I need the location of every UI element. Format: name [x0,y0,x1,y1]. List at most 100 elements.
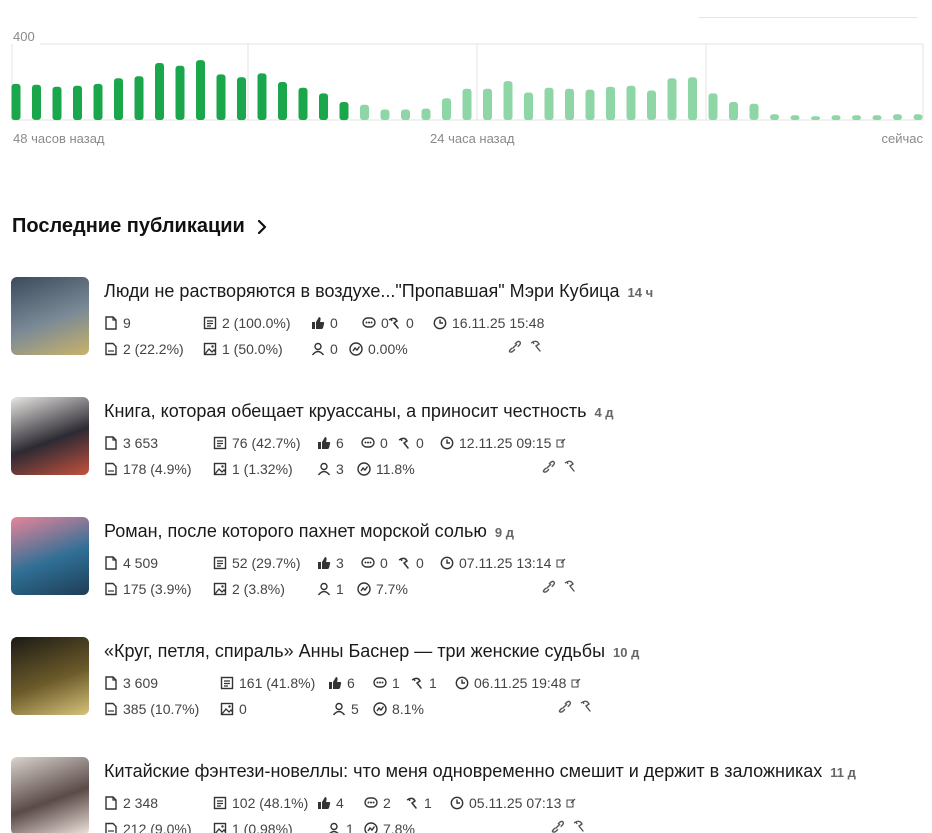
chart-bar[interactable] [524,92,533,121]
chart-bar[interactable] [647,90,656,120]
chart-bar[interactable] [626,85,636,120]
publication-item[interactable]: Роман, после которого пахнет морской сол… [0,517,932,617]
chart-bar[interactable] [606,86,615,121]
photo-icon [213,582,227,596]
share-icon[interactable] [529,339,543,353]
comment-icon [362,316,376,330]
chart-bar[interactable] [32,84,41,120]
publication-cover-image[interactable] [11,517,89,595]
chart-bar[interactable] [852,115,861,121]
publication-title[interactable]: Роман, после которого пахнет морской сол… [104,521,487,541]
chart-bar[interactable] [360,104,369,120]
chart-bar[interactable] [175,65,185,120]
clicks-stat-value: 178 (4.9%) [123,461,192,477]
publication-item[interactable]: «Круг, петля, спираль» Анны Баснер — три… [0,637,932,737]
chart-bar[interactable] [114,78,123,120]
publication-cover-image[interactable] [11,637,89,715]
chart-bar[interactable] [298,87,308,120]
chart-bar[interactable] [73,85,82,120]
chart-bar[interactable] [585,89,595,120]
chart-bar[interactable] [421,108,431,120]
subscribers-stat: 1 [317,581,344,597]
chart-bar[interactable] [872,115,882,121]
chart-bar[interactable] [257,73,267,120]
publication-cover-image[interactable] [11,757,89,833]
publication-title[interactable]: «Круг, петля, спираль» Анны Баснер — три… [104,641,605,661]
publication-age: 11 д [830,765,856,780]
publication-title[interactable]: Люди не растворяются в воздухе..."Пропав… [104,281,620,301]
chart-bar[interactable] [93,83,103,120]
share-icon[interactable] [572,819,586,833]
reposts-stat: 0 [387,315,414,331]
link-icon[interactable] [541,459,557,473]
publication-title[interactable]: Книга, которая обещает круассаны, а прин… [104,401,586,421]
chart-bar[interactable] [237,77,246,121]
chart-bar[interactable] [749,103,759,120]
publication-item[interactable]: Книга, которая обещает круассаны, а прин… [0,397,932,497]
comments-stat-value: 0 [380,555,388,571]
date-stat: 12.11.25 09:15 [440,435,566,451]
chart-bar[interactable] [380,109,390,121]
chart-bar[interactable] [483,88,492,120]
chart-bar[interactable] [831,115,841,121]
chart-bar[interactable] [667,78,677,120]
reads-icon [220,676,234,690]
publication-item[interactable]: Китайские фэнтези-новеллы: что меня одно… [0,757,932,833]
date-stat-value: 07.11.25 13:14 [459,555,552,571]
chart-bar[interactable] [503,81,513,120]
link-icon[interactable] [557,699,573,713]
chart-bar[interactable] [339,102,349,121]
chart-bar[interactable] [11,83,21,120]
chart-bar[interactable] [134,76,144,120]
chart-bar[interactable] [319,93,328,120]
link-icon[interactable] [507,339,523,353]
chart-bar[interactable] [893,114,902,120]
link-icon[interactable] [550,819,566,833]
publication-cover-image[interactable] [11,277,89,355]
comment-icon [364,796,378,810]
chart-bar[interactable] [216,74,226,120]
chart-bar[interactable] [770,114,779,120]
share-icon[interactable] [563,459,577,473]
chart-bar[interactable] [811,116,820,120]
reads-icon [213,556,227,570]
publication-item[interactable]: Люди не растворяются в воздухе..."Пропав… [0,277,932,377]
publication-title-row[interactable]: Китайские фэнтези-новеллы: что меня одно… [104,761,856,782]
chart-bar[interactable] [462,88,472,120]
section-header[interactable]: Последние публикации [12,215,269,238]
link-icon[interactable] [541,579,557,593]
chart-bar[interactable] [688,77,697,121]
chart-bar[interactable] [52,86,62,121]
publication-title-row[interactable]: Книга, которая обещает круассаны, а прин… [104,401,614,422]
share-icon[interactable] [579,699,593,713]
photos-stat: 1 (1.32%) [213,461,293,477]
publication-title-row[interactable]: «Круг, петля, спираль» Анны Баснер — три… [104,641,639,662]
photo-icon [213,462,227,476]
clock-icon [450,796,464,810]
publication-title-row[interactable]: Люди не растворяются в воздухе..."Пропав… [104,281,653,302]
chart-bar[interactable] [442,98,451,120]
publication-cover-image[interactable] [11,397,89,475]
reads-icon [213,796,227,810]
clicks-stat-value: 212 (9.0%) [123,821,192,833]
chart-bar[interactable] [544,87,554,120]
chart-bar[interactable] [565,88,574,120]
chart-bar[interactable] [913,114,923,120]
clicks-stat-value: 175 (3.9%) [123,581,192,597]
views-stat: 9 [104,315,131,331]
chart-bar[interactable] [729,102,738,121]
chart-bar[interactable] [155,63,164,120]
share-icon[interactable] [563,579,577,593]
comments-stat: 0 [361,555,388,571]
publication-title[interactable]: Китайские фэнтези-новеллы: что меня одно… [104,761,822,781]
reposts-stat-value: 0 [416,555,424,571]
chart-bar[interactable] [401,109,410,121]
chart-bar[interactable] [278,82,287,120]
chart-bar[interactable] [708,93,718,120]
subscribers-icon [332,702,346,716]
views-stat-value: 3 653 [123,435,159,451]
publication-title-row[interactable]: Роман, после которого пахнет морской сол… [104,521,514,542]
chart-bar[interactable] [196,60,205,120]
chart-bar[interactable] [790,115,800,121]
reads-stat: 2 (100.0%) [203,315,290,331]
